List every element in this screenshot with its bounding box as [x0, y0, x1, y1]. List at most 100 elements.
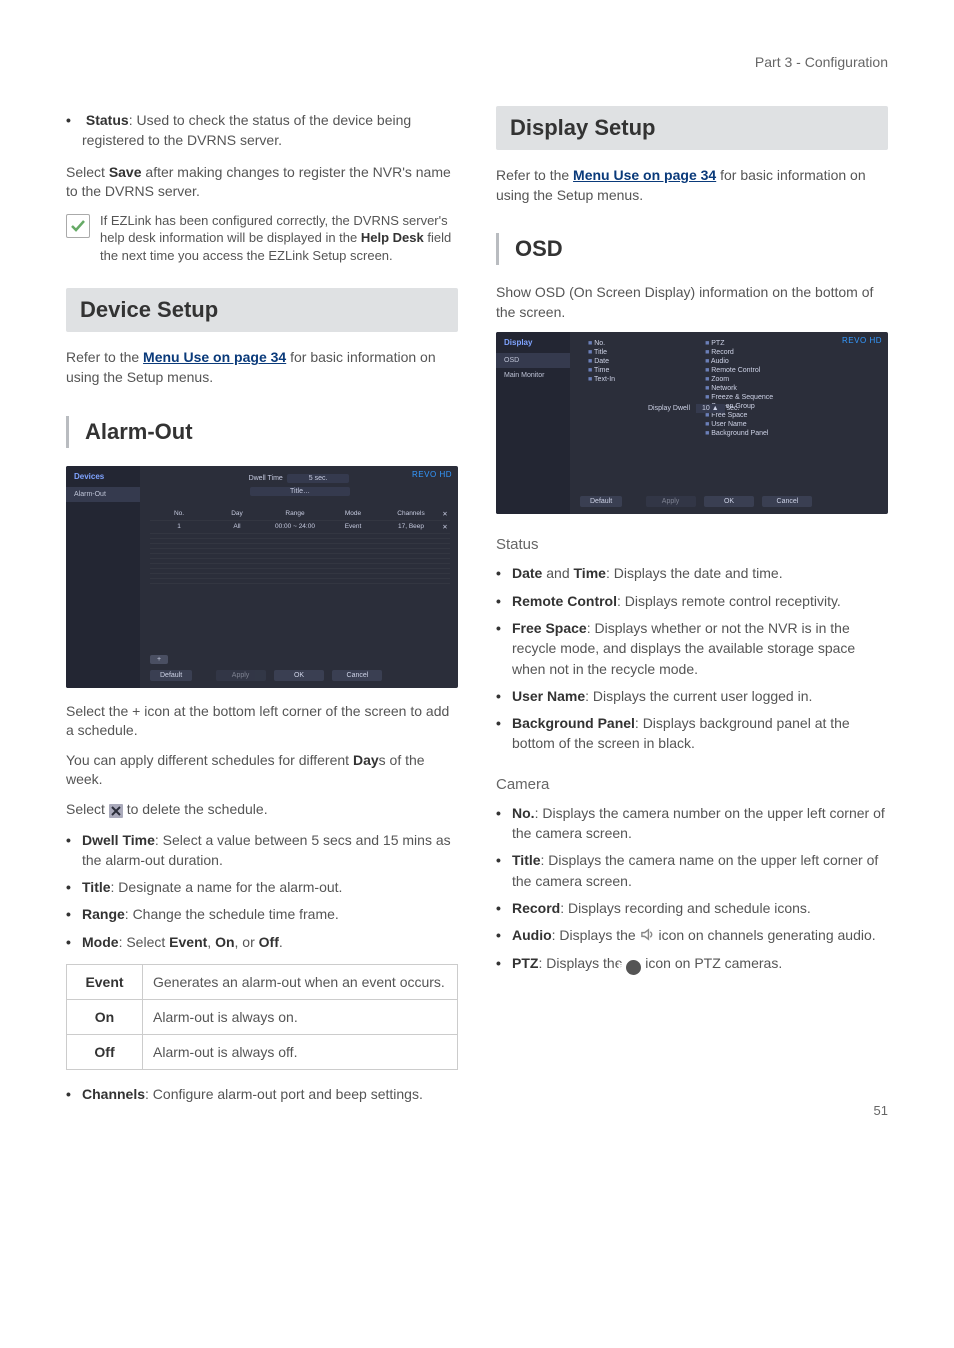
- check-textin[interactable]: Text-In: [588, 376, 615, 383]
- b-pre: : Displays the: [552, 927, 640, 943]
- b-rest: : Designate a name for the alarm-out.: [111, 879, 343, 895]
- mode-off-desc: Alarm-out is always off.: [143, 1035, 458, 1070]
- check-remote[interactable]: Remote Control: [705, 367, 773, 374]
- title-bullet: Title: Designate a name for the alarm-ou…: [66, 877, 458, 897]
- check-title[interactable]: Title: [588, 349, 615, 356]
- table-row-empty: [150, 579, 450, 584]
- check-ptz[interactable]: PTZ: [705, 340, 773, 347]
- b-lead: Title: [82, 879, 111, 895]
- delete-row-icon[interactable]: ✕: [440, 523, 450, 531]
- b-lead: Date: [512, 565, 542, 581]
- apply-button[interactable]: Apply: [646, 496, 696, 507]
- title-button[interactable]: Title…: [250, 487, 350, 496]
- status-username-bullet: User Name: Displays the current user log…: [496, 686, 888, 706]
- b-lead: Free Space: [512, 620, 587, 636]
- apply-button[interactable]: Apply: [216, 670, 266, 681]
- dwell-label: Dwell Time: [249, 475, 283, 482]
- osd-intro: Show OSD (On Screen Display) information…: [496, 283, 888, 322]
- b-pre: : Displays the: [538, 955, 626, 971]
- range-bullet: Range: Change the schedule time frame.: [66, 904, 458, 924]
- b-rest: : Configure alarm-out port and beep sett…: [145, 1086, 423, 1102]
- b-lead: Remote Control: [512, 593, 617, 609]
- ap2-pre: You can apply different schedules for di…: [66, 752, 353, 768]
- b-rest: : Displays the camera name on the upper …: [512, 852, 878, 888]
- mode-row-on: On Alarm-out is always on.: [67, 1000, 458, 1035]
- menu-use-link[interactable]: Menu Use on page 34: [143, 349, 286, 365]
- b-lead: Title: [512, 852, 541, 868]
- table-header-row: No. Day Range Mode Channels ✕: [150, 508, 450, 521]
- b-lead: No.: [512, 805, 535, 821]
- check-bgpanel[interactable]: Background Panel: [705, 430, 773, 437]
- cancel-button[interactable]: Cancel: [762, 496, 812, 507]
- th-day: Day: [208, 510, 266, 518]
- cell-mode: Event: [324, 523, 382, 531]
- dwell-time-select[interactable]: 5 sec.: [287, 474, 350, 483]
- osd-check-columns: No. Title Date Time Text-In PTZ Record A…: [588, 340, 878, 439]
- speaker-icon: [640, 927, 655, 942]
- mode-on-label: On: [67, 1000, 143, 1035]
- save-line: Select Save after making changes to regi…: [66, 163, 458, 202]
- cell-range: 00:00 ~ 24:00: [266, 523, 324, 531]
- save-pre: Select: [66, 164, 109, 180]
- sidebar-item-main-monitor[interactable]: Main Monitor: [496, 368, 570, 383]
- add-schedule-button[interactable]: +: [150, 655, 168, 664]
- display-dwell-label: Display Dwell: [648, 405, 690, 412]
- check-audio[interactable]: Audio: [705, 358, 773, 365]
- b-rest: : Displays remote control receptivity.: [617, 593, 841, 609]
- status-remote-bullet: Remote Control: Displays remote control …: [496, 591, 888, 611]
- check-record[interactable]: Record: [705, 349, 773, 356]
- status-freespace-bullet: Free Space: Displays whether or not the …: [496, 618, 888, 679]
- check-username[interactable]: User Name: [705, 421, 773, 428]
- b-post: icon on channels generating audio.: [655, 927, 876, 943]
- check-freeze[interactable]: Freeze & Sequence: [705, 394, 773, 401]
- device-setup-intro: Refer to the Menu Use on page 34 for bas…: [66, 348, 458, 387]
- channels-bullet: Channels: Configure alarm-out port and b…: [66, 1084, 458, 1104]
- display-dwell-value[interactable]: 10 ▲: [696, 404, 725, 413]
- b-rest: : Displays the current user logged in.: [585, 688, 812, 704]
- alarm-screenshot-sidebar: Devices Alarm-Out: [66, 466, 140, 688]
- table-row[interactable]: 1 All 00:00 ~ 24:00 Event 17, Beep ✕: [150, 521, 450, 534]
- ok-button[interactable]: OK: [704, 496, 754, 507]
- cancel-button[interactable]: Cancel: [332, 670, 382, 681]
- check-time[interactable]: Time: [588, 367, 615, 374]
- alarm-out-screenshot: Devices Alarm-Out REVO HD Dwell Time 5 s…: [66, 466, 458, 688]
- display-dwell-unit: sec.: [727, 405, 740, 412]
- dsi2-pre: Refer to the: [496, 167, 573, 183]
- display-dwell: Display Dwell 10 ▲ sec.: [648, 404, 739, 413]
- th-channels: Channels: [382, 510, 440, 518]
- check-freespace[interactable]: Free Space: [705, 412, 773, 419]
- page-header-part: Part 3 - Configuration: [755, 54, 888, 70]
- status-lead: Status: [86, 112, 129, 128]
- menu-use-link[interactable]: Menu Use on page 34: [573, 167, 716, 183]
- b-rest: : Change the schedule time frame.: [125, 906, 339, 922]
- th-range: Range: [266, 510, 324, 518]
- sidebar-item-alarm-out[interactable]: Alarm-Out: [66, 487, 140, 502]
- ok-button[interactable]: OK: [274, 670, 324, 681]
- b-lead: Channels: [82, 1086, 145, 1102]
- check-no[interactable]: No.: [588, 340, 615, 347]
- cell-channels: 17, Beep: [382, 523, 440, 531]
- mode-bullet: Mode: Select Event, On, or Off.: [66, 932, 458, 952]
- camera-record-bullet: Record: Displays recording and schedule …: [496, 898, 888, 918]
- b-lead: Record: [512, 900, 560, 916]
- check-date[interactable]: Date: [588, 358, 615, 365]
- cell-day: All: [208, 523, 266, 531]
- check-network[interactable]: Network: [705, 385, 773, 392]
- sidebar-item-osd[interactable]: OSD: [496, 353, 570, 368]
- device-setup-heading: Device Setup: [66, 288, 458, 332]
- check-icon: [66, 214, 90, 238]
- left-column: Status: Used to check the status of the …: [66, 106, 458, 1116]
- b-lead: PTZ: [512, 955, 538, 971]
- right-column: Display Setup Refer to the Menu Use on p…: [496, 106, 888, 1116]
- check-zoom[interactable]: Zoom: [705, 376, 773, 383]
- page-number: 51: [874, 1103, 888, 1118]
- camera-title-bullet: Title: Displays the camera name on the u…: [496, 850, 888, 891]
- th-no: No.: [150, 510, 208, 518]
- sidebar-title-display: Display: [496, 332, 570, 353]
- sidebar-title-devices: Devices: [66, 466, 140, 487]
- schedule-table: No. Day Range Mode Channels ✕ 1 All 00:0…: [150, 508, 450, 584]
- osd-sidebar: Display OSD Main Monitor: [496, 332, 570, 514]
- b-lead: Audio: [512, 927, 552, 943]
- help-desk-bold: Help Desk: [361, 230, 424, 245]
- osd-heading: OSD: [496, 233, 888, 265]
